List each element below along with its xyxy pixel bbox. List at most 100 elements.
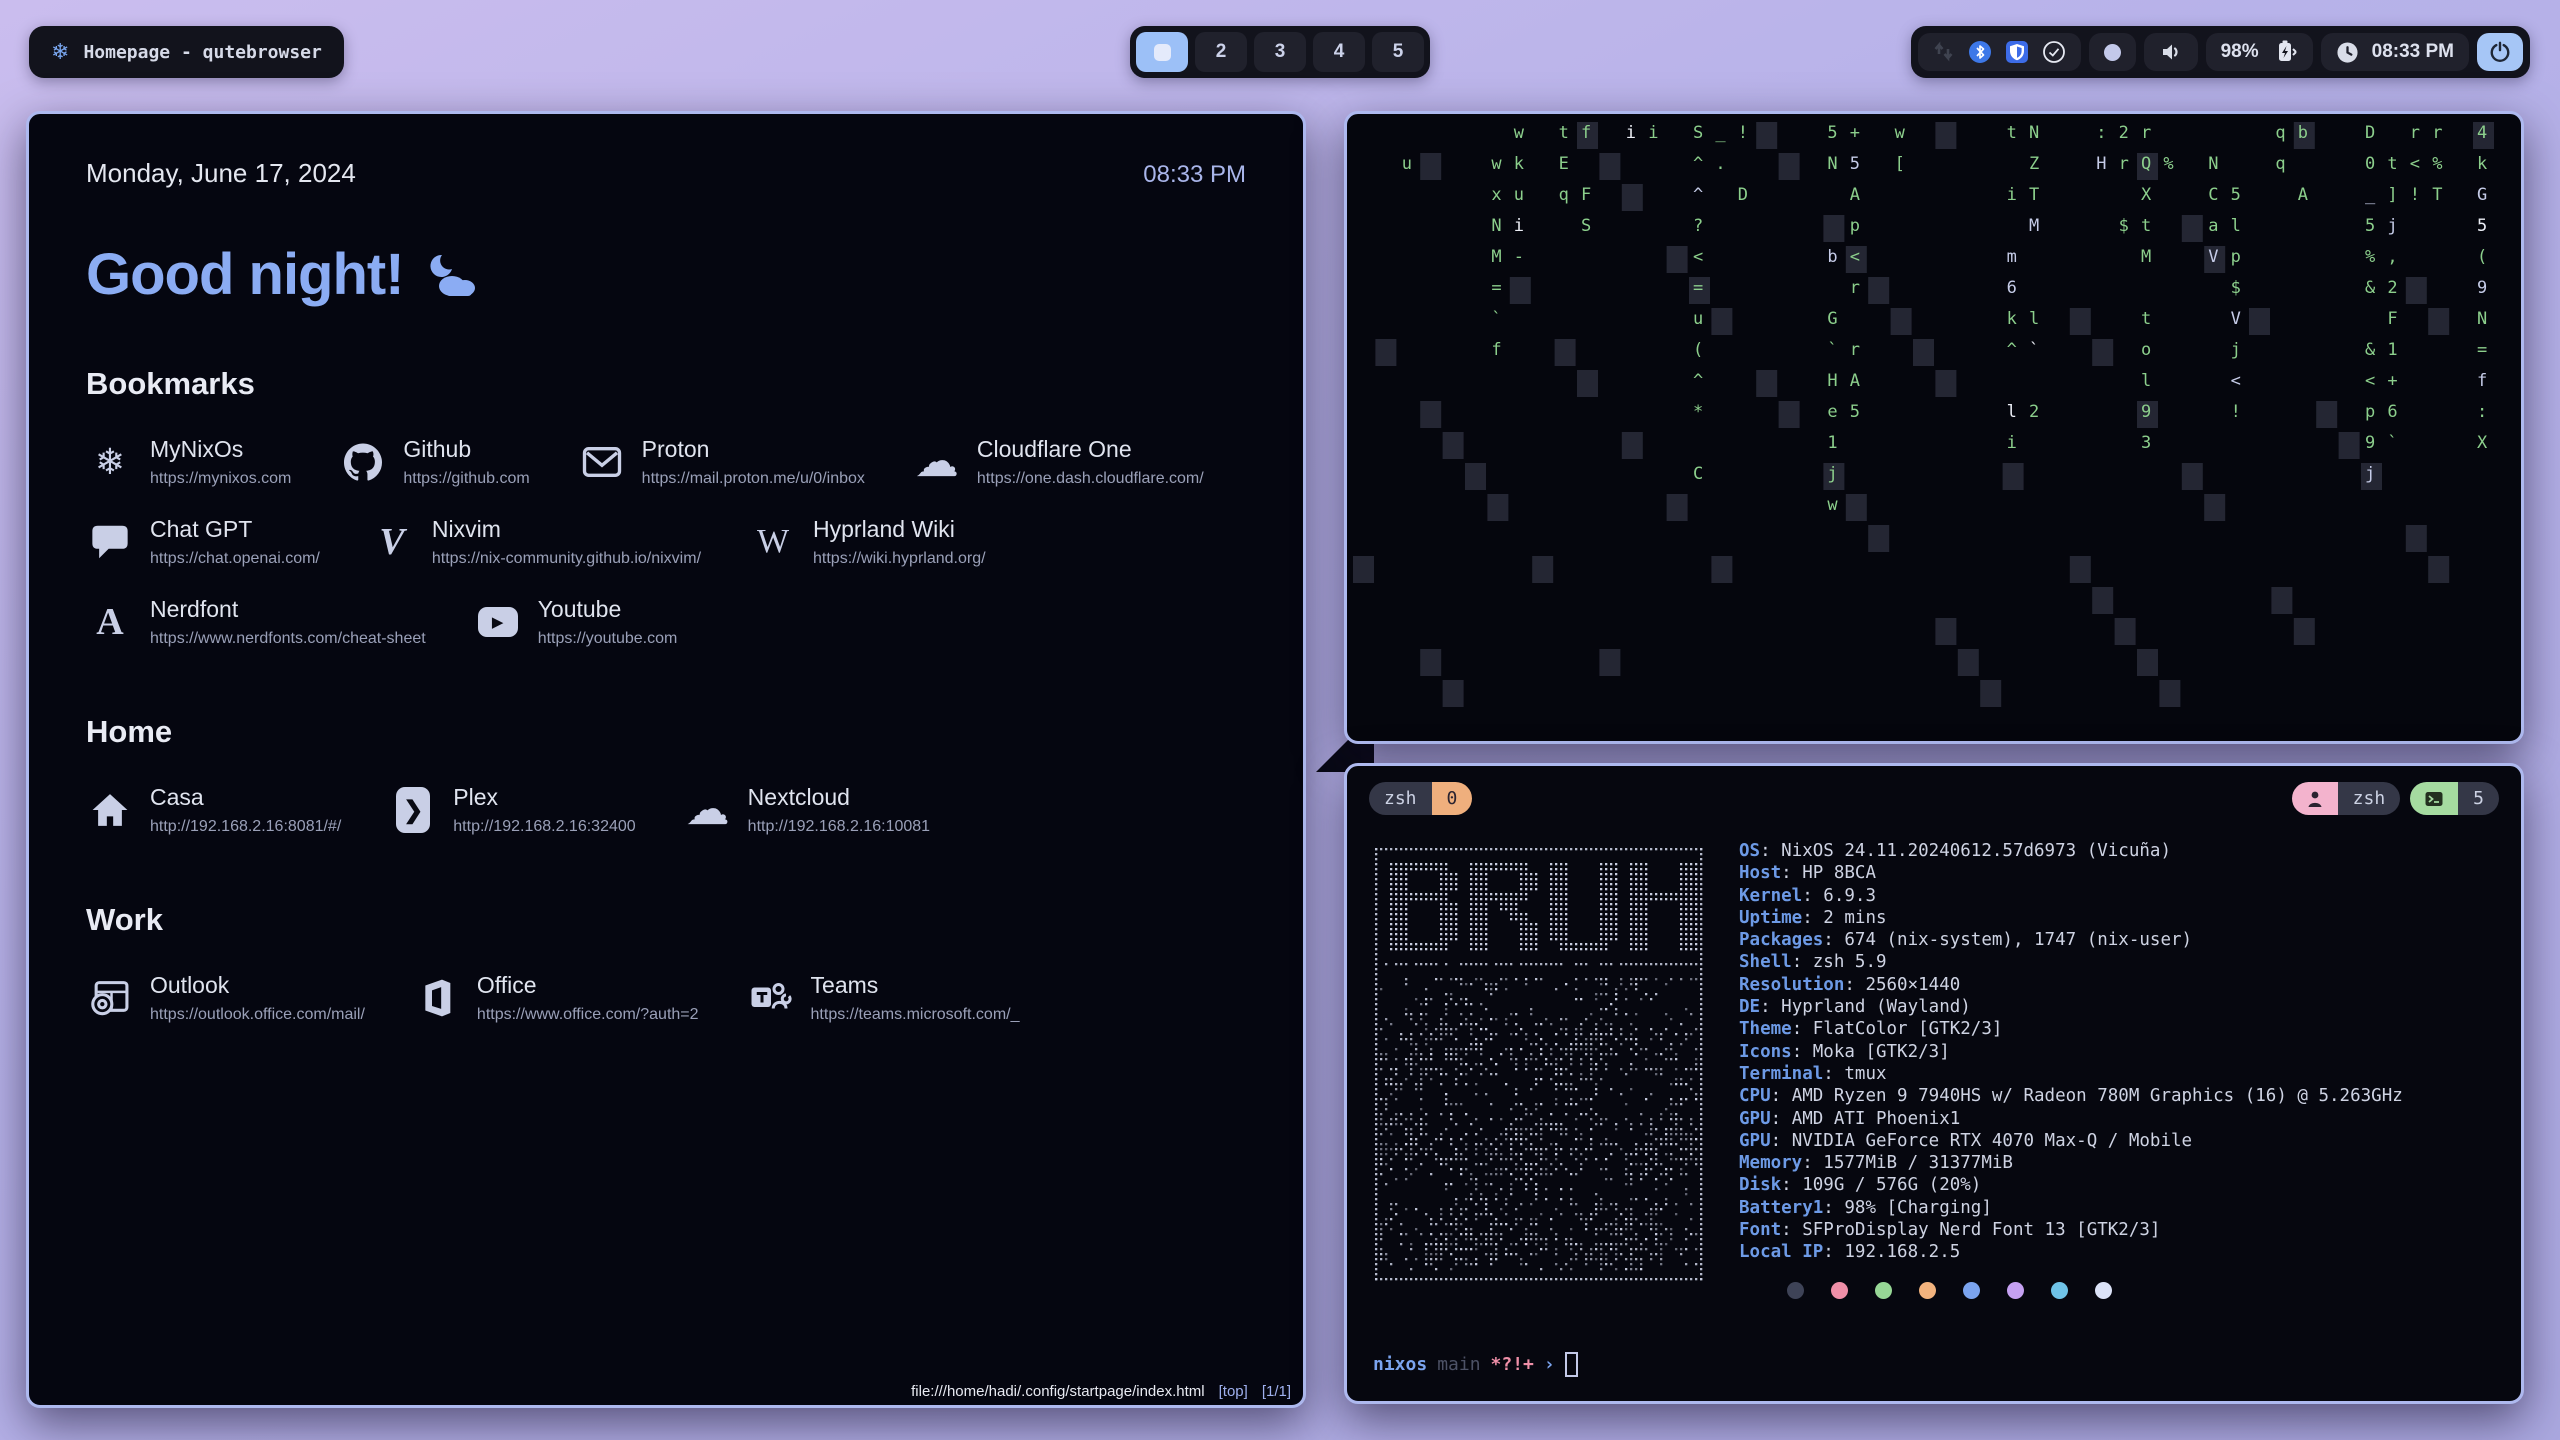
fastfetch-output: OS: NixOS 24.11.20240612.57d6973 (Vicuña… [1739,840,2501,1299]
bookmark-plex[interactable]: ❯Plexhttp://192.168.2.16:32400 [389,784,635,836]
svg-text:`: ` [2387,433,2397,453]
workspace-button-1[interactable] [1136,32,1188,72]
user-icon [2307,790,2323,808]
bookmark-name: Outlook [150,972,365,999]
bookmark-nixvim[interactable]: VNixvimhttps://nix-community.github.io/n… [368,516,701,568]
svg-text:%: % [2432,154,2442,174]
workspace-button-4[interactable]: 4 [1313,32,1365,72]
svg-text:X: X [2477,433,2488,453]
svg-text:l: l [2231,216,2241,236]
svg-text:[: [ [1895,154,1905,174]
bookmark-chat-gpt[interactable]: Chat GPT https://chat.openai.com/ [86,516,320,568]
svg-text:-: - [1514,247,1524,267]
shell-prompt[interactable]: nixos main *?!+ › [1373,1352,1578,1377]
svg-text:(: ( [1693,340,1703,360]
workspace-button-5[interactable]: 5 [1372,32,1424,72]
svg-text:k: k [2477,154,2487,174]
svg-text:t: t [1559,123,1569,143]
bookmark-nextcloud[interactable]: ☁Nextcloudhttp://192.168.2.16:10081 [684,784,930,836]
svg-text:r: r [2119,154,2129,174]
svg-text:Q: Q [2141,154,2151,174]
bruh-ascii-art [1371,844,1713,1292]
active-window-title-pill[interactable]: ❄ Homepage - qutebrowser [29,26,344,78]
palette-dot [1787,1282,1804,1299]
svg-text:m: m [2007,247,2017,267]
tray-volume[interactable] [2144,33,2198,71]
bookmark-name: Cloudflare One [977,436,1204,463]
svg-text:=: = [1693,278,1703,298]
fastfetch-line: Icons: Moka [GTK2/3] [1739,1041,2501,1063]
svg-text:F: F [1581,185,1591,205]
bookmark-url: https://outlook.office.com/mail/ [150,1006,365,1024]
bookmark-url: https://nix-community.github.io/nixvim/ [432,550,701,568]
tray-status-segment[interactable] [1918,33,2081,71]
section-title: Bookmarks [86,366,1246,402]
fetch-terminal-window[interactable]: zsh 0 zsh [1344,763,2524,1404]
svg-text:A: A [1850,371,1860,391]
svg-text:1: 1 [1827,433,1837,453]
workspace-switcher: 2345 [1130,26,1430,78]
bookmark-hyprland-wiki[interactable]: WHyprland Wikihttps://wiki.hyprland.org/ [749,516,986,568]
bookmark-nerdfont[interactable]: ANerdfonthttps://www.nerdfonts.com/cheat… [86,596,426,648]
bookmark-youtube[interactable]: ▶Youtubehttps://youtube.com [474,596,678,648]
fastfetch-line: Packages: 674 (nix-system), 1747 (nix-us… [1739,929,2501,951]
svg-text:!: ! [2410,185,2420,205]
section-bookmarks: Bookmarks ❄MyNixOshttps://mynixos.com Gith… [86,366,1246,648]
power-button[interactable] [2477,33,2523,71]
svg-text:%: % [2365,247,2375,267]
svg-text:q: q [1559,185,1569,205]
svg-text:E: E [1559,154,1569,174]
svg-text:2: 2 [2029,402,2039,422]
bookmark-office[interactable]: Officehttps://www.office.com/?auth=2 [413,972,699,1024]
bookmark-name: Casa [150,784,341,811]
svg-text:r: r [2410,123,2420,143]
svg-text:`: ` [1491,309,1501,329]
workspace-button-3[interactable]: 3 [1254,32,1306,72]
svg-text:C: C [1693,464,1703,484]
bookmark-url: https://www.office.com/?auth=2 [477,1006,699,1024]
svg-text:w: w [1514,123,1525,143]
fastfetch-line: Host: HP 8BCA [1739,862,2501,884]
svg-text:6: 6 [2387,402,2397,422]
svg-text:<: < [2231,371,2241,391]
bookmark-github[interactable]: Githubhttps://github.com [339,436,529,488]
fastfetch-line: DE: Hyprland (Wayland) [1739,996,2501,1018]
tmux-session-pill[interactable]: zsh 0 [1369,782,1472,815]
bookmark-url: https://chat.openai.com/ [150,550,320,568]
bookmark-name: Chat GPT [150,516,320,543]
section-title: Work [86,902,1246,938]
svg-text:^: ^ [1693,154,1703,174]
tmux-statusbar: zsh 0 zsh [1369,782,2499,815]
bookmark-proton[interactable]: Protonhttps://mail.proton.me/u/0/inbox [578,436,865,488]
palette-dot [1919,1282,1936,1299]
palette-dot [1875,1282,1892,1299]
workspace-button-2[interactable]: 2 [1195,32,1247,72]
svg-text:r: r [1850,278,1860,298]
svg-text:=: = [2477,340,2487,360]
tray-idle-inhibitor[interactable] [2089,33,2136,71]
tmux-user-pill[interactable]: zsh [2292,782,2401,815]
tray-clock[interactable]: 08:33 PM [2321,33,2469,71]
svg-text::: : [2096,123,2106,143]
svg-text:C: C [2208,185,2218,205]
window-title: Homepage - qutebrowser [83,42,321,63]
tmux-window-count-pill[interactable]: 5 [2410,782,2499,815]
svg-text:b: b [2298,123,2308,143]
statusbar-scroll-position: [top] [1219,1383,1248,1400]
svg-text:&: & [2365,340,2376,360]
svg-text:%: % [2163,154,2173,174]
bookmark-teams[interactable]: Teamshttps://teams.microsoft.com/_ [747,972,1020,1024]
svg-text:l: l [2007,402,2017,422]
bookmark-casa[interactable]: Casahttp://192.168.2.16:8081/#/ [86,784,341,836]
svg-text:f: f [1581,123,1591,143]
prompt-arrow: › [1544,1354,1555,1375]
cmatrix-terminal-window[interactable]: uwxNM=`fwkui-tEqfFSiiS^^?<=u(^*C_.!D5NbG… [1344,111,2524,744]
palette-dot [2051,1282,2068,1299]
tray-battery[interactable]: 98% [2206,33,2313,71]
bookmark-outlook[interactable]: Outlook https://outlook.office.com/mail/ [86,972,365,1024]
nixvim-v-icon: V [379,520,404,564]
bookmark-mynixos[interactable]: ❄MyNixOshttps://mynixos.com [86,436,291,488]
terminal-color-palette [1787,1282,2501,1299]
bookmark-cloudflare-one[interactable]: ☁Cloudflare Onehttps://one.dash.cloudfla… [913,436,1204,488]
svg-text:t: t [2387,154,2397,174]
